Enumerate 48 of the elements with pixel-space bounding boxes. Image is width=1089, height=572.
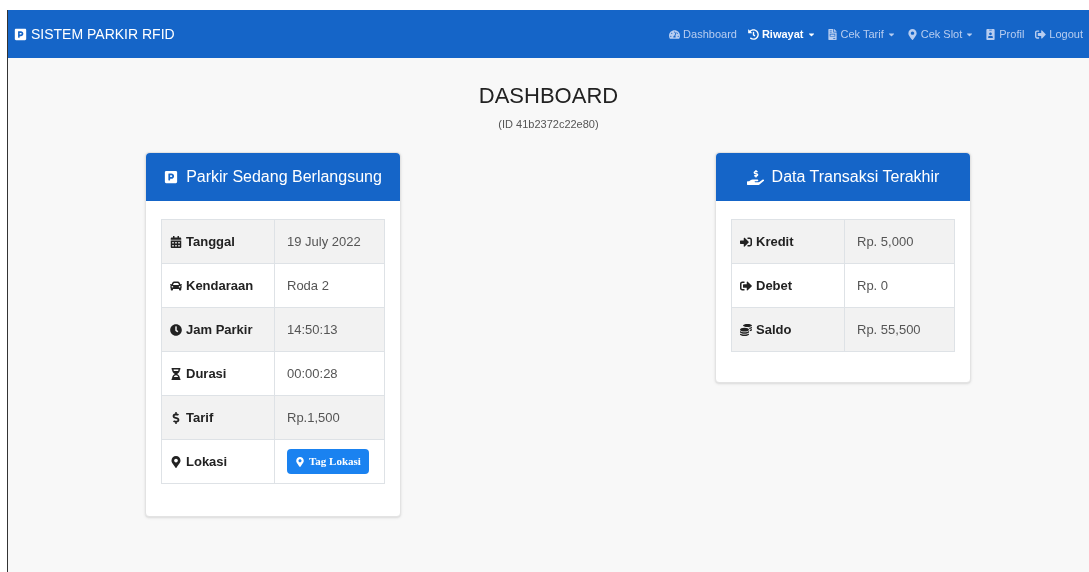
row-label: Tanggal bbox=[186, 232, 235, 251]
nav-link[interactable]: Dashboard bbox=[669, 25, 737, 43]
parking-icon bbox=[164, 170, 179, 184]
brand-title: SISTEM PARKIR RFID bbox=[31, 24, 175, 44]
hand-money-icon bbox=[746, 168, 764, 186]
nav-link[interactable]: Profil bbox=[985, 25, 1025, 43]
row-label: Saldo bbox=[756, 320, 792, 339]
row-value: Roda 2 bbox=[287, 277, 329, 293]
row-value: 19 July 2022 bbox=[287, 233, 361, 249]
map-pin-icon bbox=[295, 456, 305, 467]
row-label: Kredit bbox=[756, 232, 794, 251]
hourglass-icon bbox=[170, 367, 182, 380]
id-badge-icon bbox=[985, 28, 997, 40]
row-value: Rp. 55,500 bbox=[857, 321, 921, 337]
tag-location-button[interactable]: Tag Lokasi bbox=[287, 449, 369, 474]
card-title: Parkir Sedang Berlangsung bbox=[186, 167, 382, 187]
row-label: Jam Parkir bbox=[186, 320, 253, 339]
document-icon bbox=[826, 28, 838, 40]
gauge-icon bbox=[669, 28, 681, 40]
dashboard-id: (ID 41b2372c22e80) bbox=[498, 116, 599, 132]
map-pin-icon bbox=[906, 28, 918, 40]
row-label: Kendaraan bbox=[186, 276, 254, 295]
login-icon bbox=[740, 235, 752, 248]
nav-link[interactable]: Cek Tarif bbox=[826, 25, 896, 43]
logout-icon bbox=[740, 279, 752, 292]
row-label: Lokasi bbox=[186, 452, 228, 471]
history-icon bbox=[747, 28, 759, 40]
parking-icon bbox=[14, 27, 27, 41]
row-label: Tarif bbox=[186, 408, 214, 427]
map-pin-icon bbox=[170, 455, 182, 468]
row-value: Rp.1,500 bbox=[287, 409, 340, 425]
nav-link[interactable]: Cek Slot bbox=[906, 25, 975, 43]
row-value: 00:00:28 bbox=[287, 365, 338, 381]
page-title: DASHBOARD bbox=[478, 82, 619, 110]
car-icon bbox=[170, 279, 182, 292]
row-value: Rp. 0 bbox=[857, 277, 889, 293]
row-value: 14:50:13 bbox=[287, 321, 338, 337]
coins-icon bbox=[740, 323, 752, 336]
row-label: Durasi bbox=[186, 364, 227, 383]
card-title: Data Transaksi Terakhir bbox=[771, 167, 940, 187]
row-value: Rp. 5,000 bbox=[857, 233, 914, 249]
clock-icon bbox=[170, 323, 182, 336]
nav-link[interactable]: Riwayat bbox=[747, 25, 816, 43]
row-label: Debet bbox=[756, 276, 793, 295]
nav-link[interactable]: Logout bbox=[1035, 25, 1083, 43]
logout-icon bbox=[1035, 28, 1047, 40]
dollar-icon bbox=[170, 411, 182, 424]
calendar-icon bbox=[170, 235, 182, 248]
